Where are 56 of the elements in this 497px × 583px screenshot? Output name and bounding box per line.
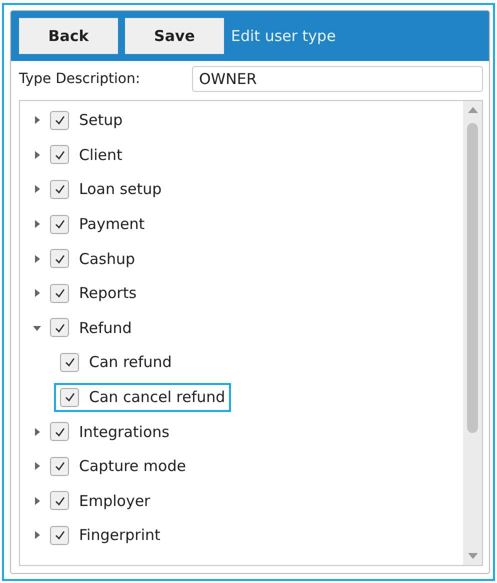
tree-item[interactable]: Payment: [44, 210, 151, 239]
dialog-title: Edit user type: [231, 27, 336, 45]
checkmark-icon: [54, 252, 66, 265]
checkbox[interactable]: [50, 145, 69, 164]
checkmark-icon: [54, 494, 66, 507]
tree-item[interactable]: Integrations: [44, 417, 176, 446]
tree-item[interactable]: Can cancel refund: [54, 382, 232, 412]
checkbox[interactable]: [60, 388, 79, 407]
checkmark-icon: [54, 183, 66, 196]
expand-arrow-icon[interactable]: [32, 115, 42, 126]
header-button[interactable]: Back: [19, 18, 118, 54]
checkbox[interactable]: [50, 249, 69, 268]
scrollbar[interactable]: [463, 101, 482, 565]
checkbox[interactable]: [50, 422, 69, 442]
checkmark-icon: [54, 148, 66, 161]
expand-arrow-icon[interactable]: [32, 530, 42, 540]
header-button[interactable]: Save: [125, 18, 224, 54]
tree-item[interactable]: Refund: [44, 313, 138, 342]
tree-item[interactable]: Capture mode: [44, 452, 192, 481]
checkbox[interactable]: [50, 456, 69, 476]
expand-arrow-icon[interactable]: [32, 219, 42, 230]
checkbox[interactable]: [50, 180, 69, 199]
checkmark-icon: [54, 426, 66, 438]
checkmark-icon: [54, 529, 66, 542]
expand-arrow-icon[interactable]: [32, 184, 42, 194]
scroll-thumb[interactable]: [467, 123, 478, 433]
expand-arrow-icon[interactable]: [32, 426, 42, 437]
expand-arrow-icon[interactable]: [32, 254, 42, 264]
expand-arrow-icon[interactable]: [32, 461, 42, 472]
expand-arrow-icon[interactable]: [32, 496, 42, 506]
checkmark-icon: [54, 114, 66, 126]
tree-item[interactable]: Cashup: [44, 244, 142, 274]
expand-arrow-icon[interactable]: [32, 150, 42, 160]
checkmark-icon: [54, 460, 66, 472]
checkbox[interactable]: [50, 214, 69, 234]
checkbox[interactable]: [50, 110, 69, 130]
tree-item[interactable]: Loan setup: [44, 174, 168, 204]
checkmark-icon: [54, 287, 66, 300]
tree-item[interactable]: Employer: [44, 486, 156, 516]
checkmark-icon: [64, 356, 76, 368]
tree-item[interactable]: Can refund: [54, 348, 178, 377]
checkbox[interactable]: [50, 284, 69, 303]
checkmark-icon: [54, 322, 66, 334]
checkbox[interactable]: [50, 318, 69, 338]
tree-item[interactable]: Reports: [44, 278, 143, 308]
checkbox[interactable]: [50, 491, 69, 510]
checkbox[interactable]: [60, 352, 79, 372]
field-label: Type Description:: [19, 71, 142, 87]
type-description-field[interactable]: OWNER: [192, 66, 483, 92]
tree-item[interactable]: Setup: [44, 106, 129, 135]
checkmark-icon: [54, 218, 66, 230]
tree-item[interactable]: Fingerprint: [44, 520, 166, 550]
checkmark-icon: [64, 391, 76, 404]
expand-arrow-icon[interactable]: [32, 288, 42, 298]
tree-item[interactable]: Client: [44, 140, 128, 170]
checkbox[interactable]: [50, 526, 69, 545]
